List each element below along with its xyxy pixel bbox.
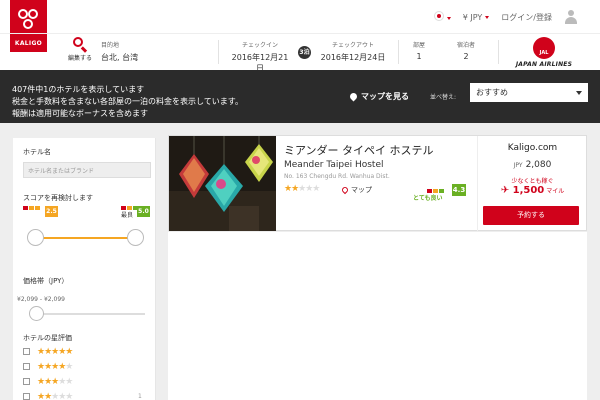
login-link[interactable]: ログイン/登録 (501, 12, 552, 23)
review-score-badge: 4.3 (452, 184, 466, 196)
divider (498, 40, 499, 64)
score-slider-track (35, 237, 137, 239)
japan-airlines-logo: JAL JAPAN AIRLINES (506, 37, 582, 68)
miles-value: 1,500 (512, 185, 545, 196)
score-slider-max-handle[interactable] (127, 229, 144, 246)
hotel-map-link[interactable]: マップ (340, 185, 372, 195)
review-score-text: とても良い (413, 195, 443, 202)
price-slider-track (35, 313, 145, 315)
star-filter-checkbox[interactable] (23, 348, 30, 355)
chevron-down-icon (576, 91, 582, 95)
star-filter-count: 1 (138, 393, 142, 400)
view-map-label: マップを見る (361, 92, 409, 101)
star-rating-icons: ★★★★★ (37, 347, 73, 357)
edit-search-label: 編集する (67, 55, 92, 62)
star-rating-icons: ★★★★★ (37, 377, 73, 387)
price-currency: JPY (513, 162, 523, 169)
rooms-value: 1 (416, 52, 422, 61)
filter-sidebar: ホテル名 ホテル名またはブランド スコアを再検討します 2.5 最良 5.0 価… (13, 138, 156, 400)
rooms-field[interactable]: 部屋 1 (404, 40, 434, 61)
map-pin-icon (340, 185, 350, 195)
currency-label: JPY (470, 12, 483, 22)
hotel-name[interactable]: ミアンダー タイペイ ホステル (284, 142, 434, 158)
star-rating-icons: ★★★★★ (37, 392, 73, 400)
checkin-field[interactable]: チェックイン 2016年12月21日 (228, 40, 292, 74)
results-count-text: 407件中1のホテルを表示しています (12, 85, 145, 94)
hotel-name-input[interactable]: ホテル名またはブランド (23, 162, 151, 178)
hotel-address: No. 163 Chengdu Rd. Wanhua Dist. (284, 173, 390, 180)
star-filter-checkbox[interactable] (23, 363, 30, 370)
map-pin-icon (348, 91, 359, 102)
results-page: ホテル名 ホテル名またはブランド スコアを再検討します 2.5 最良 5.0 価… (0, 123, 600, 400)
currency-selector[interactable]: ¥ JPY (463, 13, 490, 22)
hotel-star-rating: ★★★★★ (284, 184, 320, 194)
miles-unit: マイル (546, 188, 565, 195)
price-note-text: 税金と手数料を含まない各部屋の一泊の料金を表示しています。 (12, 97, 243, 106)
score-filter-label: スコアを再検討します (23, 194, 93, 202)
hotel-name-english: Meander Taipei Hostel (284, 160, 384, 170)
star-rating-icons: ★★★★★ (37, 362, 73, 372)
edit-search-button[interactable]: 編集する (62, 37, 98, 62)
chevron-down-icon (446, 17, 451, 20)
nights-badge: 3泊 (298, 46, 311, 59)
score-min-indicator (23, 203, 41, 212)
search-icon (73, 37, 88, 53)
price-value: 2,080 (525, 160, 552, 170)
view-map-button[interactable]: マップを見る (348, 91, 409, 102)
hotel-photo[interactable] (169, 136, 276, 231)
price-slider-handle[interactable] (29, 306, 44, 321)
star-rating-label: ホテルの星評価 (23, 334, 72, 342)
logo-mark-icon (18, 9, 38, 29)
miles-earned: ✈ 1,500 マイル (500, 185, 565, 196)
guests-label: 宿泊者 (456, 42, 475, 49)
checkout-field[interactable]: チェックアウト 2016年12月24日 (317, 40, 389, 63)
results-list-area (168, 232, 587, 400)
score-slider-min-handle[interactable] (27, 229, 44, 246)
star-filter-checkbox[interactable] (23, 393, 30, 400)
deal-panel: Kaligo.com JPY 2,080 少なくとも稼ぐ ✈ 1,500 マイル 予… (477, 136, 587, 231)
chevron-down-icon (485, 15, 490, 19)
destination-label: 目的地 (101, 42, 120, 49)
guests-field[interactable]: 宿泊者 2 (446, 40, 486, 61)
room-price: JPY 2,080 (478, 160, 587, 170)
star-filter-checkbox[interactable] (23, 378, 30, 385)
sort-label: 並べ替え: (430, 94, 457, 101)
japan-flag-icon (433, 11, 444, 21)
partner-name: JAPAN AIRLINES (515, 61, 573, 68)
score-max-label: 最良 (121, 212, 134, 219)
map-link-label: マップ (351, 186, 372, 194)
checkin-label: チェックイン (241, 42, 278, 49)
top-bar-controls: ¥ JPY ログイン/登録 (433, 10, 578, 24)
provider-name: Kaligo.com (507, 143, 558, 153)
divider (218, 40, 219, 64)
hotel-card[interactable]: ミアンダー タイペイ ホステル Meander Taipei Hostel No… (168, 135, 587, 231)
earn-label: 少なくとも稼ぐ (511, 178, 554, 185)
price-filter-label: 価格帯（JPY） (23, 277, 69, 285)
results-info-band: 407件中1のホテルを表示しています 税金と手数料を含まない各部屋の一泊の料金を… (0, 70, 600, 123)
book-button[interactable]: 予約する (483, 206, 579, 225)
language-selector[interactable] (433, 11, 451, 23)
destination-value: 台北, 台湾 (101, 53, 139, 62)
destination-field[interactable]: 目的地 台北, 台湾 (101, 40, 138, 63)
price-range-value: ¥2,099 - ¥2,099 (17, 296, 65, 303)
top-bar: ¥ JPY ログイン/登録 (0, 0, 600, 33)
divider (398, 40, 399, 64)
hotel-name-label: ホテル名 (23, 148, 51, 156)
search-summary-bar: 編集する 目的地 台北, 台湾 チェックイン 2016年12月21日 3泊 チェ… (0, 33, 600, 73)
rooms-label: 部屋 (412, 42, 425, 49)
guests-value: 2 (463, 52, 469, 61)
score-min-badge: 2.5 (45, 206, 58, 217)
sort-select[interactable]: おすすめ (470, 83, 588, 102)
checkout-value: 2016年12月24日 (320, 53, 386, 62)
jal-crane-icon: JAL (533, 37, 555, 59)
sort-value: おすすめ (476, 88, 508, 97)
rewards-note-text: 報酬は適用可能なボーナスを含めます (12, 109, 148, 118)
lantern-photo-image (169, 136, 276, 231)
checkout-label: チェックアウト (331, 42, 374, 49)
score-max-badge: 5.0 (137, 206, 150, 217)
user-avatar-icon[interactable] (564, 10, 578, 24)
